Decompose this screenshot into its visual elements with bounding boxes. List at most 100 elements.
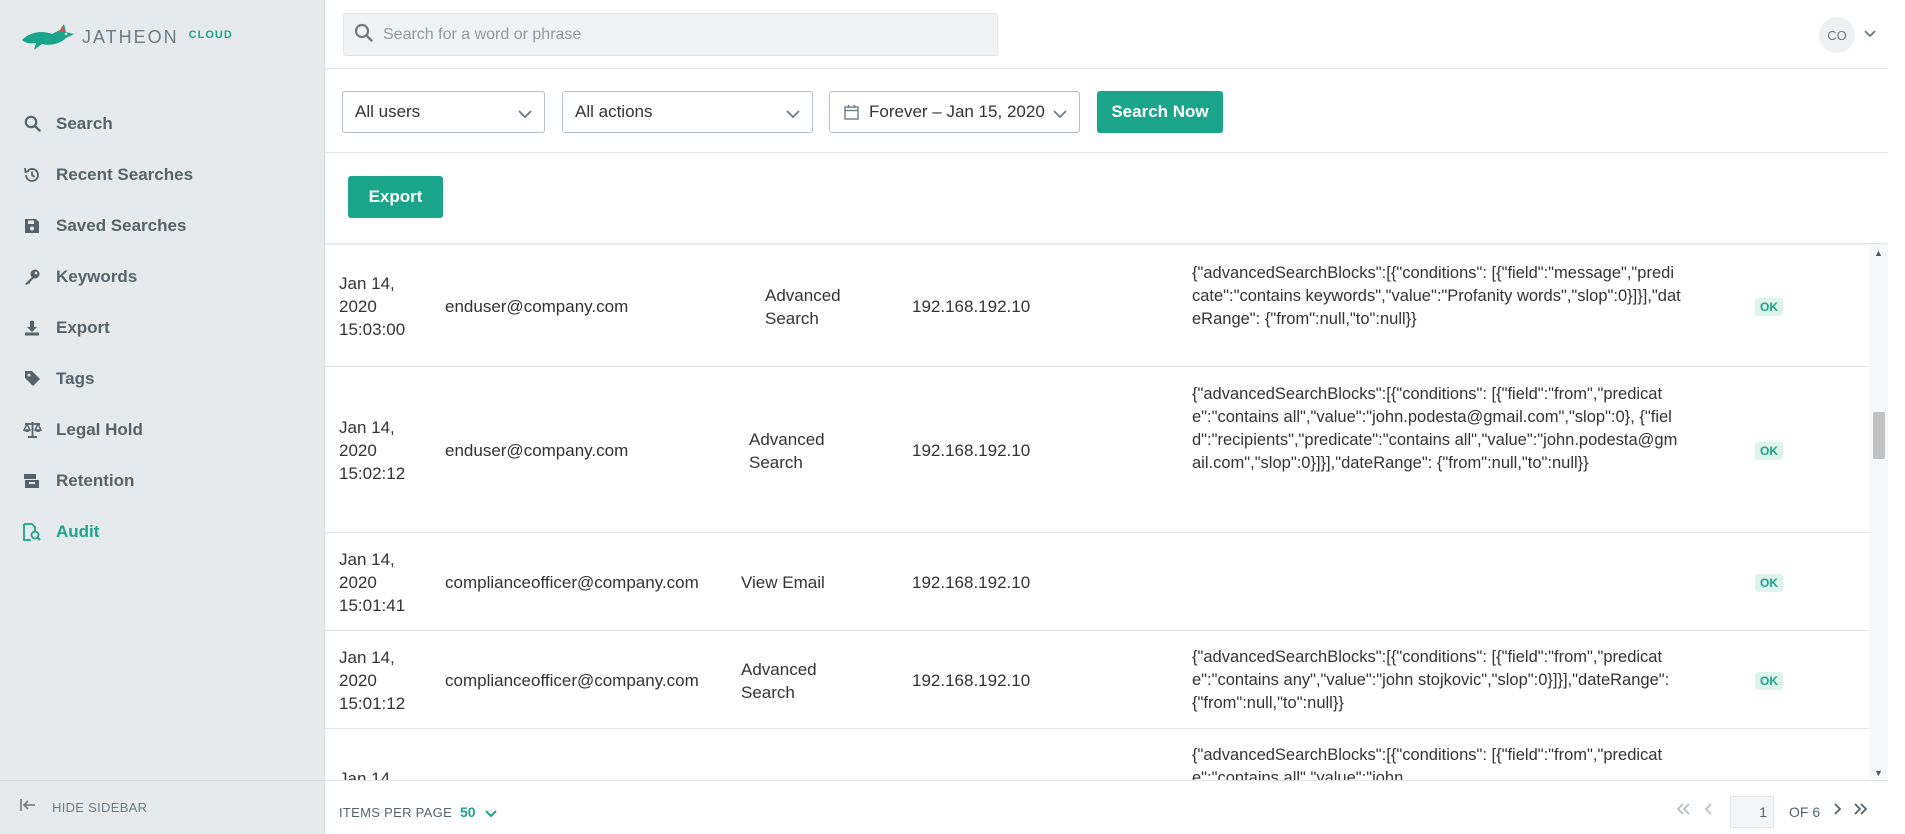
sidebar-item-recent-searches[interactable]: Recent Searches <box>0 149 324 200</box>
hide-sidebar-label: HIDE SIDEBAR <box>52 800 148 815</box>
search-now-button[interactable]: Search Now <box>1097 91 1223 133</box>
first-page-icon[interactable] <box>1675 802 1691 820</box>
top-bar: CO <box>325 0 1888 69</box>
scales-icon <box>22 420 42 440</box>
status-badge: OK <box>1755 298 1783 316</box>
collapse-left-icon <box>20 798 36 817</box>
status-badge: OK <box>1755 672 1783 690</box>
scrollbar-thumb[interactable] <box>1873 412 1885 459</box>
row-params: {"advancedSearchBlocks":[{"conditions": … <box>1192 648 1670 712</box>
row-date: Jan 14 <box>339 769 391 780</box>
brand-logo[interactable]: JATHEON CLOUD <box>20 20 233 54</box>
chevron-down-icon <box>786 104 800 124</box>
toolbar: Export <box>325 153 1888 244</box>
last-page-icon[interactable] <box>1853 802 1869 820</box>
sidebar-item-search[interactable]: Search <box>0 98 324 149</box>
sidebar-item-label: Retention <box>56 470 135 490</box>
items-per-page-label: ITEMS PER PAGE <box>339 805 453 820</box>
scroll-up-icon[interactable]: ▲ <box>1874 248 1883 258</box>
window-edge <box>1888 0 1905 834</box>
previous-page-icon[interactable] <box>1703 802 1713 820</box>
actions-dropdown[interactable]: All actions <box>562 91 813 133</box>
search-input[interactable] <box>383 25 963 44</box>
archive-icon <box>22 471 42 491</box>
table-row[interactable]: Jan 14, 2020 15:03:00 enduser@company.co… <box>325 246 1870 367</box>
row-action: View Email <box>741 573 825 592</box>
sidebar-item-label: Legal Hold <box>56 419 143 439</box>
hide-sidebar-button[interactable]: HIDE SIDEBAR <box>0 780 324 834</box>
key-icon <box>22 267 42 287</box>
search-icon <box>354 23 373 47</box>
sidebar-item-tags[interactable]: Tags <box>0 353 324 404</box>
row-user: complianceofficer@company.com <box>445 573 699 592</box>
fox-logo-icon <box>22 24 74 50</box>
sidebar-item-label: Saved Searches <box>56 215 187 235</box>
row-ip: 192.168.192.10 <box>912 441 1031 460</box>
row-action: Advanced Search <box>749 430 825 472</box>
sidebar-item-keywords[interactable]: Keywords <box>0 251 324 302</box>
row-date: Jan 14, 2020 15:03:00 <box>339 274 406 339</box>
table-row[interactable]: Jan 14 {"advancedSearchBlocks":[{"condit… <box>325 729 1870 780</box>
brand-name: JATHEON <box>82 26 179 47</box>
chevron-down-icon[interactable] <box>485 805 497 823</box>
users-dropdown[interactable]: All users <box>342 91 545 133</box>
save-icon <box>22 216 42 236</box>
row-user: enduser@company.com <box>445 297 629 316</box>
chevron-down-icon <box>1053 104 1067 124</box>
filter-bar: All users All actions Forever – Jan 15, … <box>325 69 1888 153</box>
row-user: enduser@company.com <box>445 441 629 460</box>
sidebar-item-retention[interactable]: Retention <box>0 455 324 506</box>
sidebar: JATHEON CLOUD Search Recent Searches Sav… <box>0 0 325 834</box>
user-avatar[interactable]: CO <box>1819 17 1855 53</box>
chevron-down-icon <box>518 104 532 124</box>
row-params: {"advancedSearchBlocks":[{"conditions": … <box>1192 264 1681 328</box>
brand-suffix: CLOUD <box>188 29 233 41</box>
row-params: {"advancedSearchBlocks":[{"conditions": … <box>1192 746 1663 780</box>
table-row[interactable]: Jan 14, 2020 15:01:41 complianceofficer@… <box>325 533 1870 631</box>
date-range-picker[interactable]: Forever – Jan 15, 2020 <box>829 91 1080 133</box>
calendar-icon <box>844 104 859 120</box>
sidebar-item-label: Search <box>56 113 113 133</box>
sidebar-nav: Search Recent Searches Saved Searches Ke… <box>0 98 324 557</box>
sidebar-item-legal-hold[interactable]: Legal Hold <box>0 404 324 455</box>
row-date: Jan 14, 2020 15:01:12 <box>339 648 406 713</box>
row-date: Jan 14, 2020 15:02:12 <box>339 418 406 483</box>
page-count: OF 6 <box>1789 804 1821 820</box>
sidebar-item-audit[interactable]: Audit <box>0 506 324 557</box>
audit-icon <box>22 522 42 542</box>
history-icon <box>22 165 42 185</box>
date-range-value: Forever – Jan 15, 2020 <box>869 102 1045 121</box>
download-icon <box>22 318 42 338</box>
status-badge: OK <box>1755 574 1783 592</box>
status-badge: OK <box>1755 442 1783 460</box>
page-number-input[interactable] <box>1730 796 1774 828</box>
sidebar-item-saved-searches[interactable]: Saved Searches <box>0 200 324 251</box>
tag-icon <box>22 369 42 389</box>
global-search[interactable] <box>343 13 998 56</box>
pagination-bar: ITEMS PER PAGE 50 OF 6 <box>325 780 1888 834</box>
row-params: {"advancedSearchBlocks":[{"conditions": … <box>1192 385 1678 472</box>
scroll-down-icon[interactable]: ▼ <box>1874 768 1883 778</box>
row-date: Jan 14, 2020 15:01:41 <box>339 550 406 615</box>
row-ip: 192.168.192.10 <box>912 671 1031 690</box>
sidebar-item-label: Audit <box>56 521 100 541</box>
sidebar-item-label: Recent Searches <box>56 164 194 184</box>
row-ip: 192.168.192.10 <box>912 573 1031 592</box>
row-action: Advanced Search <box>741 660 817 702</box>
audit-table: Jan 14, 2020 15:03:00 enduser@company.co… <box>325 246 1870 780</box>
users-dropdown-value: All users <box>355 102 421 121</box>
table-scrollbar[interactable]: ▲ ▼ <box>1870 246 1888 780</box>
row-action: Advanced Search <box>765 286 841 328</box>
items-per-page-select[interactable]: 50 <box>460 804 476 820</box>
actions-dropdown-value: All actions <box>575 102 653 121</box>
table-row[interactable]: Jan 14, 2020 15:02:12 enduser@company.co… <box>325 367 1870 533</box>
sidebar-item-label: Export <box>56 317 110 337</box>
sidebar-item-export[interactable]: Export <box>0 302 324 353</box>
sidebar-item-label: Tags <box>56 368 95 388</box>
table-row[interactable]: Jan 14, 2020 15:01:12 complianceofficer@… <box>325 631 1870 729</box>
sidebar-item-label: Keywords <box>56 266 138 286</box>
next-page-icon[interactable] <box>1833 802 1843 820</box>
export-button[interactable]: Export <box>348 176 443 218</box>
chevron-down-icon[interactable] <box>1864 25 1876 43</box>
search-icon <box>22 114 42 134</box>
